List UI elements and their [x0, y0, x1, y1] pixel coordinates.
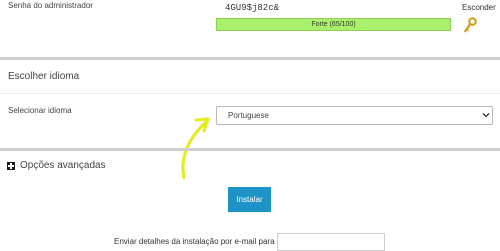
section-divider-thin — [0, 93, 500, 94]
section-divider — [0, 148, 500, 151]
chevron-down-icon — [482, 113, 490, 118]
email-field[interactable] — [277, 233, 385, 251]
plus-square-icon[interactable] — [7, 162, 15, 170]
select-language-label: Selecionar idioma — [8, 106, 72, 115]
admin-password-field[interactable]: 4GU9$j82c& — [217, 0, 450, 17]
language-select-value: Portuguese — [228, 111, 269, 120]
admin-password-label: Senha do administrador — [8, 1, 93, 10]
section-divider — [0, 57, 500, 60]
hide-password-link[interactable]: Esconder — [462, 3, 496, 12]
advanced-options-toggle[interactable]: Opções avançadas — [20, 160, 106, 171]
annotation-arrow — [181, 117, 210, 180]
install-button[interactable]: Instalar — [228, 187, 271, 212]
choose-language-heading: Escolher idioma — [8, 71, 80, 82]
email-details-label: Enviar detalhes da instalação por e-mail… — [114, 237, 279, 246]
key-icon[interactable] — [463, 17, 477, 33]
password-strength-bar: Forte (65/100) — [216, 18, 451, 31]
